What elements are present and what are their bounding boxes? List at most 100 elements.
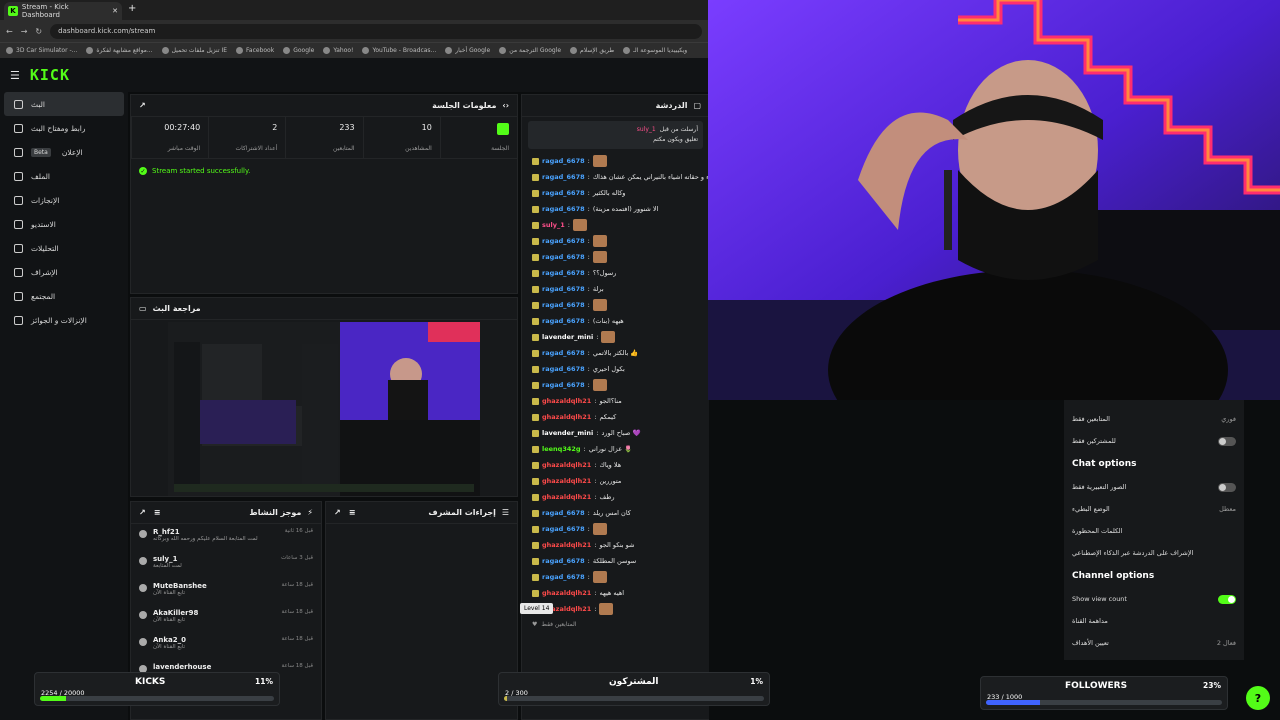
- subscriber-badge-icon: [532, 173, 539, 181]
- url-field[interactable]: dashboard.kick.com/stream: [50, 23, 702, 39]
- chat-username[interactable]: ragad_6678: [542, 317, 585, 325]
- pinned-message[interactable]: suly_1 أرسلت من قبل تعليق ويكون مكتم: [528, 121, 703, 149]
- settings-row[interactable]: الإشراف على الدردشة عبر الذكاء الإصطناعي: [1064, 542, 1244, 564]
- chat-username[interactable]: ragad_6678: [542, 349, 585, 357]
- sidebar-item[interactable]: المجتمع: [4, 284, 124, 308]
- settings-row[interactable]: الصور التعبيرية فقط: [1064, 476, 1244, 498]
- toggle-switch[interactable]: [1218, 482, 1236, 492]
- help-button[interactable]: ?: [1246, 686, 1270, 710]
- kick-logo[interactable]: KICK: [30, 66, 70, 84]
- chat-username[interactable]: ragad_6678: [542, 557, 585, 565]
- chat-username[interactable]: suly_1: [542, 221, 565, 229]
- subscriber-badge-icon: [532, 413, 539, 421]
- chat-username[interactable]: ragad_6678: [542, 509, 585, 517]
- chat-username[interactable]: lavender_mini: [542, 333, 593, 341]
- session-stat: 233 المتابعين: [285, 117, 362, 158]
- menu-icon[interactable]: ☰: [10, 69, 20, 82]
- sidebar-item[interactable]: الملف: [4, 164, 124, 188]
- sidebar-item[interactable]: الإشراف: [4, 260, 124, 284]
- sidebar-item[interactable]: رابط ومفتاح البث: [4, 116, 124, 140]
- reload-icon[interactable]: ↻: [35, 27, 42, 36]
- chat-username[interactable]: ragad_6678: [542, 285, 585, 293]
- toggle-switch[interactable]: [1218, 436, 1236, 446]
- chat-emote-icon: [592, 523, 607, 535]
- feed-filter-icon[interactable]: ≡: [154, 508, 161, 517]
- stream-preview[interactable]: [168, 322, 480, 496]
- chat-username[interactable]: ragad_6678: [542, 381, 585, 389]
- settings-row[interactable]: الكلمات المحظورة: [1064, 520, 1244, 542]
- sidebar-item[interactable]: البث: [4, 92, 124, 116]
- bookmark-item[interactable]: Google: [283, 47, 314, 54]
- bookmark-item[interactable]: YouTube - Broadcas...: [362, 47, 436, 54]
- chat-username[interactable]: ghazaldqlh21: [542, 413, 591, 421]
- chat-username[interactable]: ghazaldqlh21: [542, 589, 591, 597]
- chat-username[interactable]: lavender_mini: [542, 429, 593, 437]
- modlog-popout-icon[interactable]: ↗: [334, 508, 341, 517]
- session-stat: 00:27:40 الوقت مباشر: [130, 117, 208, 158]
- chat-text: وكاله بالكثير: [592, 189, 626, 197]
- forward-icon[interactable]: →: [21, 27, 28, 36]
- bookmark-item[interactable]: ويكيبيديا الموسوعة الـ: [623, 47, 687, 54]
- chat-username[interactable]: leenq342g: [542, 445, 581, 453]
- feed-popout-icon[interactable]: ↗: [139, 508, 146, 517]
- feed-username[interactable]: suly_1: [153, 555, 182, 563]
- bookmark-item[interactable]: تنزيل ملفات تحميل IE: [161, 47, 227, 54]
- sidebar-item[interactable]: الإنزالات و الجوائز: [4, 308, 124, 332]
- feed-username[interactable]: lavenderhouse: [153, 663, 211, 671]
- new-tab-icon[interactable]: +: [128, 3, 136, 14]
- chat-username[interactable]: ghazaldqlh21: [542, 541, 591, 549]
- bookmark-item[interactable]: مواقع مشابهة لفكرة...: [86, 47, 153, 54]
- bookmark-icon: [323, 47, 331, 54]
- chat-username[interactable]: ragad_6678: [542, 205, 585, 213]
- settings-row[interactable]: Show view count: [1064, 588, 1244, 610]
- bookmark-item[interactable]: طريق الإسلام: [570, 47, 614, 54]
- chat-username[interactable]: ghazaldqlh21: [542, 397, 591, 405]
- sidebar-item[interactable]: التحليلات: [4, 236, 124, 260]
- bookmark-item[interactable]: Facebook: [236, 47, 274, 54]
- settings-row-label: الكلمات المحظورة: [1072, 527, 1123, 535]
- modlog-filter-icon[interactable]: ≡: [349, 508, 356, 517]
- chat-username[interactable]: ragad_6678: [542, 301, 585, 309]
- settings-row[interactable]: مداهمة القناة: [1064, 610, 1244, 632]
- chat-username[interactable]: ragad_6678: [542, 573, 585, 581]
- chat-username[interactable]: ragad_6678: [542, 525, 585, 533]
- bookmark-item[interactable]: أخبار Google: [445, 47, 490, 54]
- close-tab-icon[interactable]: ✕: [112, 7, 118, 15]
- feed-username[interactable]: Anka2_0: [153, 636, 186, 644]
- chat-username[interactable]: ragad_6678: [542, 269, 585, 277]
- browser-tab[interactable]: K Stream - Kick Dashboard ✕: [4, 2, 122, 20]
- subs-goal: المشتركون 1% 2 / 300: [498, 672, 770, 706]
- settings-row[interactable]: تعيين الأهداف فعال 2: [1064, 632, 1244, 654]
- sidebar-item[interactable]: الاستديو: [4, 212, 124, 236]
- sidebar-item[interactable]: Beta الإعلان: [4, 140, 124, 164]
- chat-username[interactable]: ragad_6678: [542, 237, 585, 245]
- chat-username[interactable]: ragad_6678: [542, 173, 585, 181]
- bookmark-item[interactable]: Yahoo!: [323, 47, 353, 54]
- chat-username[interactable]: ragad_6678: [542, 365, 585, 373]
- chat-username[interactable]: ghazaldqlh21: [542, 461, 591, 469]
- back-icon[interactable]: ←: [6, 27, 13, 36]
- chat-username[interactable]: ragad_6678: [542, 157, 585, 165]
- settings-row[interactable]: المتابعين فقط فوري: [1064, 408, 1244, 430]
- bookmark-label: Google: [293, 47, 315, 54]
- chat-username[interactable]: ghazaldqlh21: [542, 493, 591, 501]
- feed-username[interactable]: AkaKiller98: [153, 609, 198, 617]
- feed-username[interactable]: R_hf21: [153, 528, 258, 536]
- chat-username[interactable]: ragad_6678: [542, 253, 585, 261]
- chat-message: ghazaldqlh21: اهيه هيهه: [522, 585, 709, 601]
- session-collapse-icon[interactable]: ↗: [139, 101, 146, 110]
- chat-message: ragad_6678:: [522, 569, 709, 585]
- session-stat-label: الجلسة: [491, 145, 509, 152]
- feed-row: Anka2_0 تابع القناة الآن قبل 18 ساعة: [131, 632, 321, 659]
- chat-username[interactable]: ragad_6678: [542, 189, 585, 197]
- feed-row-text: MuteBanshee تابع القناة الآن: [153, 582, 207, 596]
- toggle-switch[interactable]: [1218, 594, 1236, 604]
- feed-username[interactable]: MuteBanshee: [153, 582, 207, 590]
- bookmark-item[interactable]: الترجمة من Google: [499, 47, 561, 54]
- settings-row[interactable]: للمشتركين فقط: [1064, 430, 1244, 452]
- session-nav-icon: ‹›: [502, 101, 509, 110]
- sidebar-item[interactable]: الإنجازات: [4, 188, 124, 212]
- chat-username[interactable]: ghazaldqlh21: [542, 477, 591, 485]
- settings-row[interactable]: الوضع البطيء معطل: [1064, 498, 1244, 520]
- bookmark-item[interactable]: 3D Car Simulator -...: [6, 47, 77, 54]
